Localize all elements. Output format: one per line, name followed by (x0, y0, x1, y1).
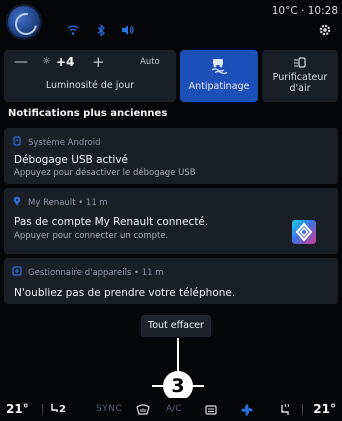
notification-subtitle: Appuyez pour désactiver le débogage USB (14, 168, 196, 178)
brightness-card: — ☼ +4 + Auto Luminosité de jour (4, 50, 176, 102)
home-logo-button[interactable] (6, 4, 42, 40)
passenger-seat-heat-icon[interactable] (278, 402, 292, 416)
clock: 10:28 (307, 5, 338, 17)
notification-app-name: Système Android (28, 138, 101, 148)
air-purifier-label: Purificateur d'air (272, 72, 328, 94)
my-renault-logo (292, 220, 316, 244)
settings-gear-icon[interactable] (318, 22, 332, 36)
brightness-auto-button[interactable]: Auto (140, 57, 160, 67)
notification-my-renault[interactable]: My Renault • 11 m Pas de compte My Renau… (4, 188, 338, 254)
ac-button[interactable]: A/C (166, 404, 181, 414)
volume-icon (121, 24, 135, 38)
notification-title: Pas de compte My Renault connecté. (14, 216, 209, 228)
seat-heat-icon (51, 404, 58, 412)
bluetooth-icon (96, 24, 106, 38)
air-purifier-toggle[interactable]: Purificateur d'air (262, 50, 338, 102)
older-notifications-title: Notifications plus anciennes (8, 108, 168, 119)
notification-app-row: Système Android (12, 136, 101, 148)
sync-button[interactable]: SYNC (96, 404, 122, 414)
brightness-controls: — ☼ +4 + Auto (12, 53, 172, 71)
rear-defrost-icon[interactable] (204, 402, 218, 416)
status-bar: 10°C · 10:28 (0, 0, 342, 44)
outside-temperature: 10°C (271, 5, 298, 17)
callout-line (177, 338, 179, 374)
brightness-value: +4 (56, 55, 75, 69)
clear-all-button[interactable]: Tout effacer (141, 315, 211, 337)
notification-app-row: Gestionnaire d'appareils • 11 m (12, 266, 164, 278)
windshield-defrost-icon[interactable] (136, 402, 150, 416)
fan-icon[interactable] (240, 402, 254, 416)
driver-temperature[interactable]: 21° (6, 402, 29, 416)
brightness-label: Luminosité de jour (45, 80, 135, 91)
notification-title: Débogage USB activé (14, 154, 129, 166)
temperature-time: 10°C · 10:28 (271, 5, 338, 17)
phone-device-icon (12, 266, 22, 276)
notification-title: N'oubliez pas de prendre votre téléphone… (14, 287, 236, 299)
divider (302, 404, 303, 415)
callout-arm-right (192, 385, 204, 387)
notification-usb-debugging[interactable]: Système Android Débogage USB activé Appu… (4, 128, 338, 184)
wifi-icon (67, 24, 79, 38)
notification-subtitle: Appuyer pour connecter un compte. (14, 231, 169, 241)
seat-heat-level: 2 (59, 404, 66, 415)
sun-icon: ☼ (42, 56, 51, 67)
traction-control-label: Antipatinage (188, 81, 250, 92)
traction-control-toggle[interactable]: Antipatinage (180, 50, 258, 102)
notification-app-name: My Renault • 11 m (28, 198, 108, 208)
brightness-decrease-button[interactable]: — (14, 54, 28, 70)
driver-seat-heat-button[interactable]: 2 (50, 403, 66, 415)
notification-app-row: My Renault • 11 m (12, 196, 108, 208)
notification-app-name: Gestionnaire d'appareils • 11 m (28, 268, 164, 278)
callout-number: 3 (163, 371, 193, 401)
climate-bar: 21° 2 SYNC A/C 21° (0, 398, 342, 421)
android-settings-icon (12, 136, 22, 146)
brightness-increase-button[interactable]: + (92, 53, 105, 71)
quick-settings-row: — ☼ +4 + Auto Luminosité de jour Antipat… (0, 50, 342, 102)
location-pin-icon (12, 196, 22, 206)
divider (42, 404, 43, 415)
notification-device-manager[interactable]: Gestionnaire d'appareils • 11 m N'oublie… (4, 258, 338, 304)
passenger-temperature[interactable]: 21° (313, 402, 336, 416)
traction-control-icon (210, 56, 228, 78)
